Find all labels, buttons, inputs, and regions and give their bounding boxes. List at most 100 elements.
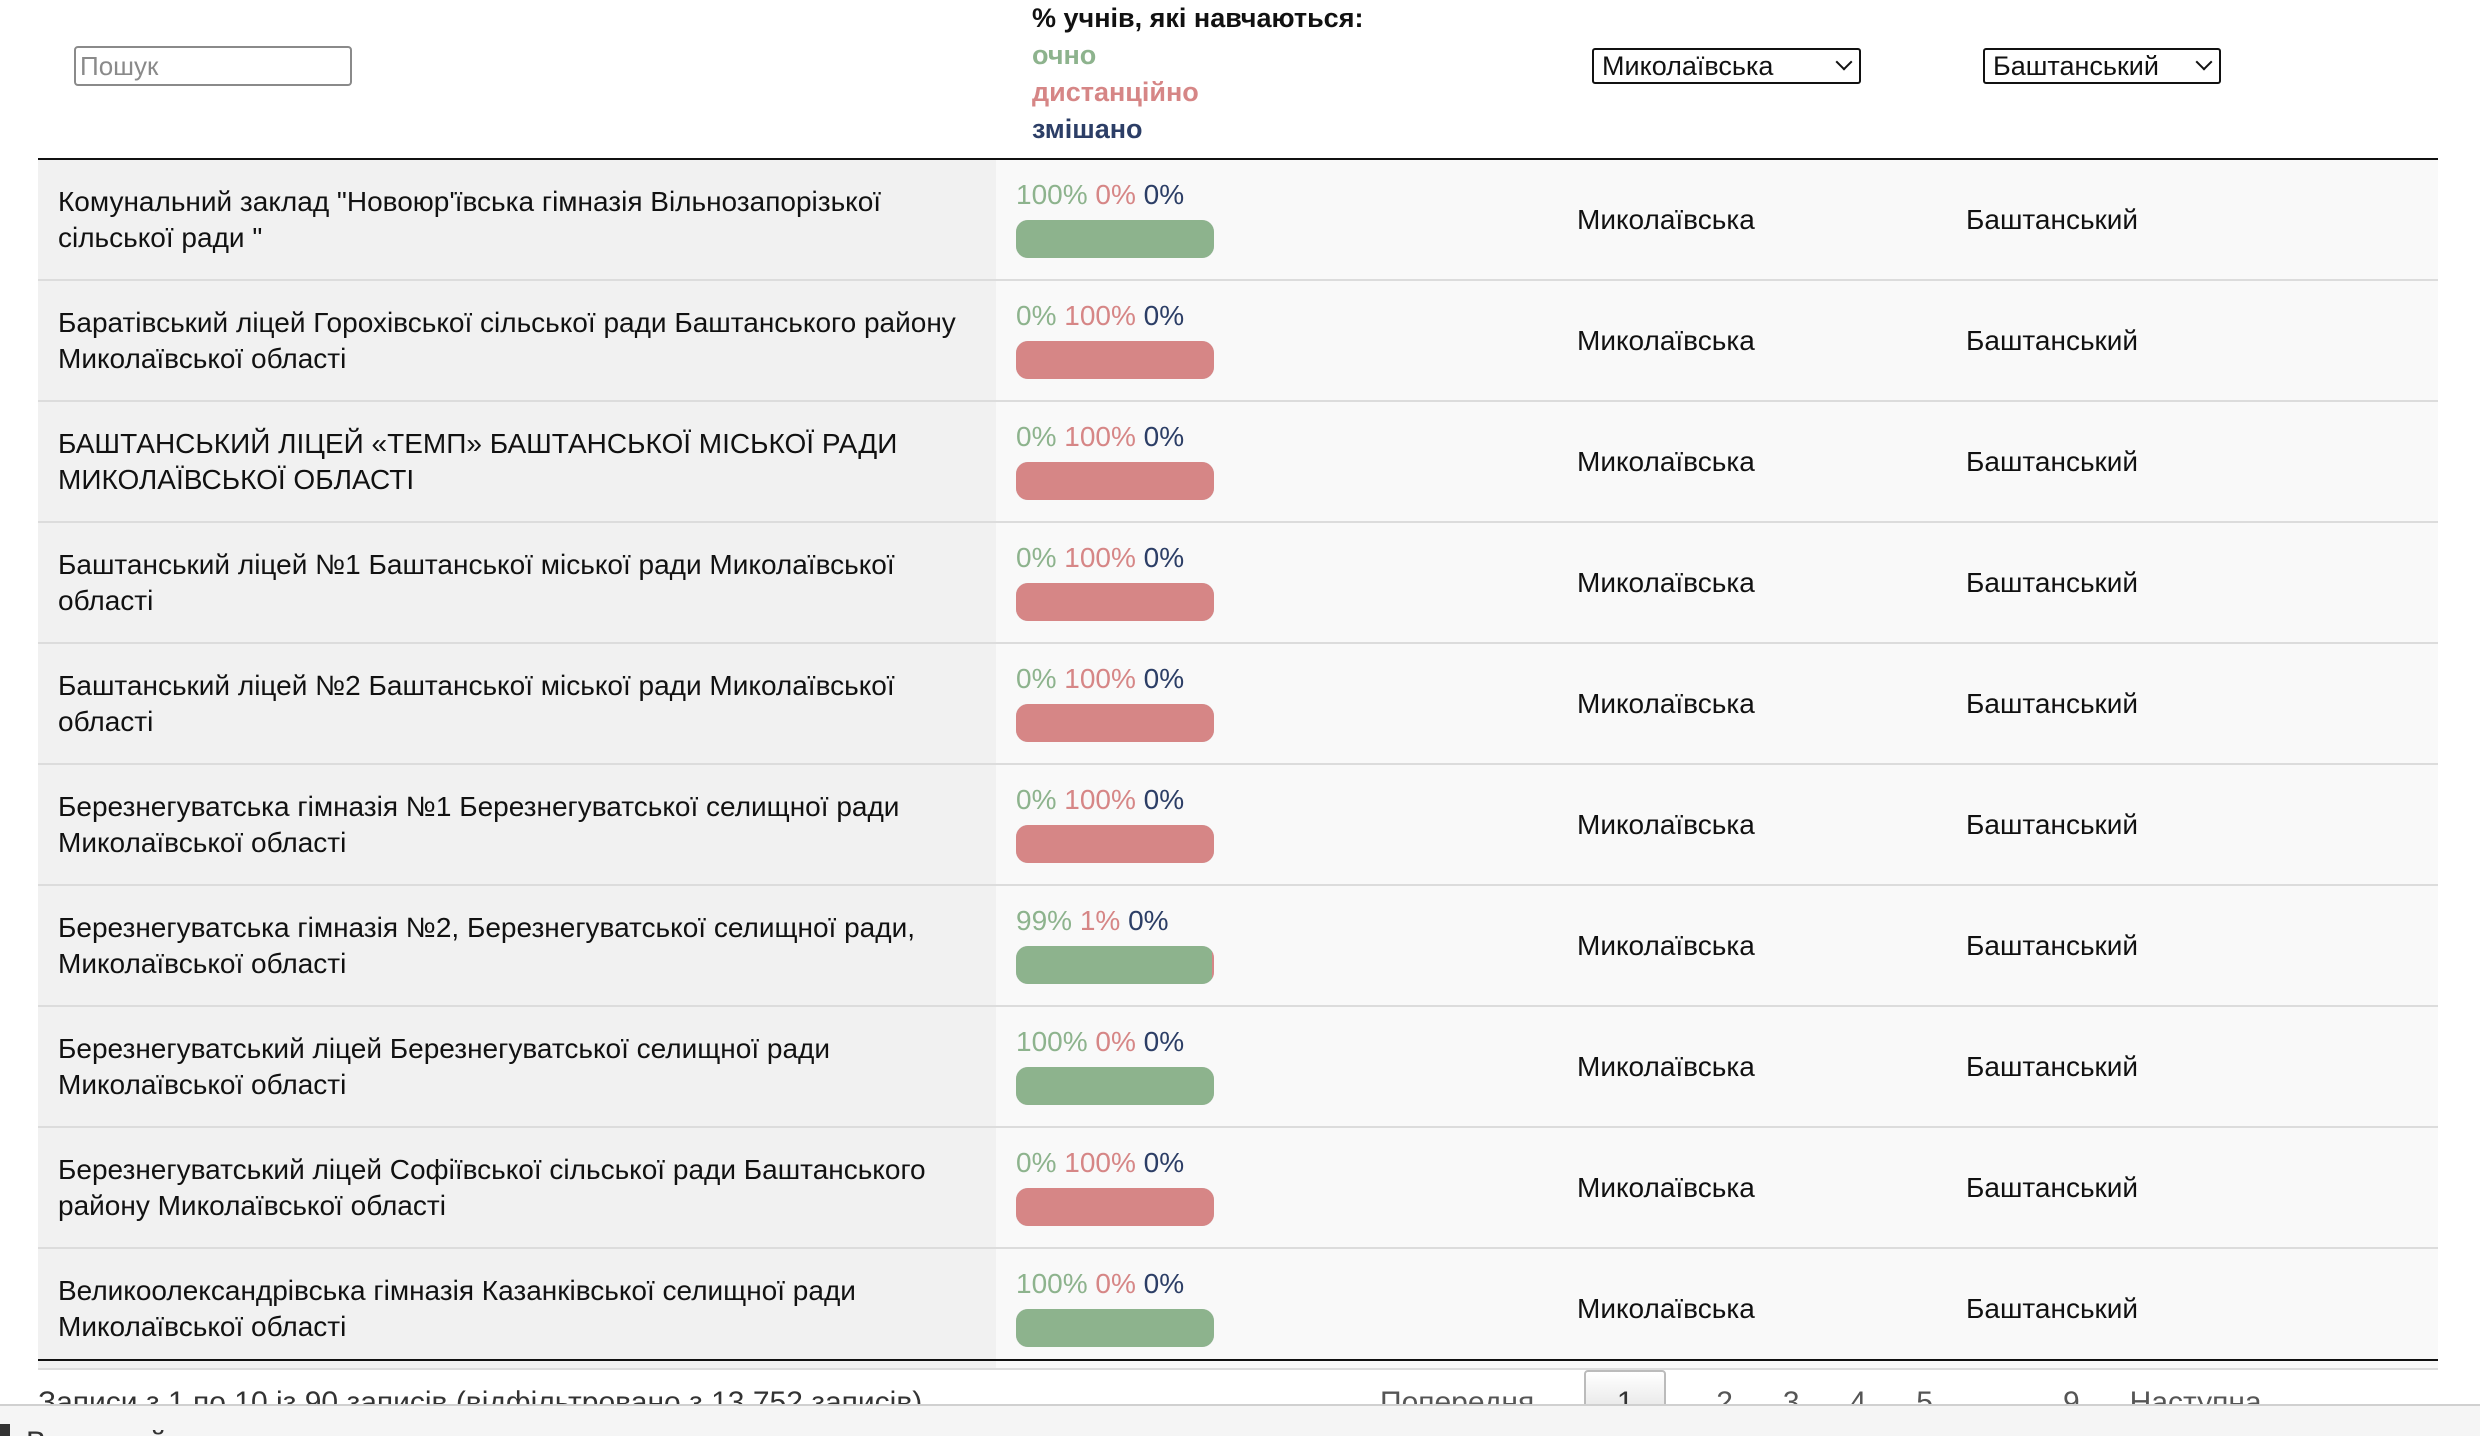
in-person-percent: 0% <box>1016 300 1057 331</box>
attendance-bar <box>1016 1067 1214 1105</box>
oblast-cell: Миколаївська <box>1577 1172 1755 1203</box>
attendance-bar <box>1016 704 1214 742</box>
remote-percent: 0% <box>1095 1268 1136 1299</box>
school-name: БАШТАНСЬКИЙ ЛІЦЕЙ «ТЕМП» БАШТАНСЬКОЇ МІС… <box>58 428 898 495</box>
table-row: Баштанський ліцей №2 Баштанської міської… <box>38 644 2438 765</box>
legend-remote: дистанційно <box>1032 77 1199 107</box>
attendance-percentages: 100% 0% 0% <box>1016 1025 1184 1059</box>
in-person-percent: 0% <box>1016 1147 1057 1178</box>
in-person-percent: 0% <box>1016 784 1057 815</box>
school-name-cell: Комунальний заклад "Новоюр'ївська гімназ… <box>38 160 996 279</box>
bar-remote <box>1016 825 1214 863</box>
rayon-cell: Баштанський <box>1966 325 2139 356</box>
rayon-cell: Баштанський <box>1966 688 2139 719</box>
school-name: Баштанський ліцей №2 Баштанської міської… <box>58 670 895 737</box>
school-name-cell: Березнегуватський ліцей Софіївської сіль… <box>38 1128 996 1247</box>
bottom-bar: Важливий <box>0 1404 2480 1436</box>
attendance-percentages: 99% 1% 0% <box>1016 904 1169 938</box>
bar-remote <box>1016 1188 1214 1226</box>
schools-table: Комунальний заклад "Новоюр'ївська гімназ… <box>38 160 2438 1370</box>
table-row: Березнегуватська гімназія №1 Березнегува… <box>38 765 2438 886</box>
school-name-cell: Березнегуватський ліцей Березнегуватсько… <box>38 1007 996 1126</box>
remote-percent: 0% <box>1095 1026 1136 1057</box>
in-person-percent: 100% <box>1016 1268 1088 1299</box>
table-row: Баратівський ліцей Горохівської сільсько… <box>38 281 2438 402</box>
corner-marker <box>0 1424 10 1436</box>
rayon-cell: Баштанський <box>1966 809 2139 840</box>
remote-percent: 100% <box>1064 542 1136 573</box>
bar-remote <box>1016 704 1214 742</box>
mixed-percent: 0% <box>1143 300 1185 331</box>
bar-in-person <box>1016 946 1213 984</box>
mixed-percent: 0% <box>1128 905 1169 936</box>
mixed-percent: 0% <box>1143 1268 1185 1299</box>
mixed-percent: 0% <box>1143 421 1185 452</box>
mixed-percent: 0% <box>1143 1026 1185 1057</box>
oblast-cell: Миколаївська <box>1577 809 1755 840</box>
table-row: Великоолександрівська гімназія Казанківс… <box>38 1249 2438 1370</box>
bar-remote <box>1016 462 1214 500</box>
legend-mixed: змішано <box>1032 114 1143 144</box>
mixed-percent: 0% <box>1143 663 1185 694</box>
remote-percent: 100% <box>1064 784 1136 815</box>
mixed-percent: 0% <box>1143 1147 1185 1178</box>
remote-percent: 100% <box>1064 421 1136 452</box>
in-person-percent: 0% <box>1016 542 1057 573</box>
attendance-legend: % учнів, які навчаються: очно дистанційн… <box>1032 0 1363 148</box>
school-name-cell: Великоолександрівська гімназія Казанківс… <box>38 1249 996 1368</box>
remote-percent: 100% <box>1064 1147 1136 1178</box>
oblast-cell: Миколаївська <box>1577 1051 1755 1082</box>
bottom-bar-text: Важливий <box>26 1426 166 1436</box>
rayon-cell: Баштанський <box>1966 1172 2139 1203</box>
attendance-percentages: 0% 100% 0% <box>1016 1146 1184 1180</box>
school-name: Березнегуватська гімназія №2, Березнегув… <box>58 912 915 979</box>
attendance-bar <box>1016 220 1214 258</box>
school-name-cell: Баратівський ліцей Горохівської сільсько… <box>38 281 996 400</box>
table-row: Баштанський ліцей №1 Баштанської міської… <box>38 523 2438 644</box>
attendance-bar <box>1016 583 1214 621</box>
legend-in-person: очно <box>1032 40 1097 70</box>
school-name-cell: Баштанський ліцей №2 Баштанської міської… <box>38 644 996 763</box>
oblast-select[interactable]: Миколаївська <box>1592 48 1861 84</box>
oblast-cell: Миколаївська <box>1577 1293 1755 1324</box>
rayon-cell: Баштанський <box>1966 1051 2139 1082</box>
table-row: Березнегуватський ліцей Софіївської сіль… <box>38 1128 2438 1249</box>
school-name: Баштанський ліцей №1 Баштанської міської… <box>58 549 895 616</box>
table-row: Комунальний заклад "Новоюр'ївська гімназ… <box>38 160 2438 281</box>
rayon-cell: Баштанський <box>1966 567 2139 598</box>
school-name-cell: Березнегуватська гімназія №2, Березнегув… <box>38 886 996 1005</box>
remote-percent: 100% <box>1064 663 1136 694</box>
bar-remote <box>1016 341 1214 379</box>
table-row: Березнегуватський ліцей Березнегуватсько… <box>38 1007 2438 1128</box>
attendance-bar <box>1016 341 1214 379</box>
remote-percent: 1% <box>1079 905 1121 936</box>
school-name: Комунальний заклад "Новоюр'ївська гімназ… <box>58 186 882 253</box>
oblast-cell: Миколаївська <box>1577 930 1755 961</box>
school-name: Березнегуватська гімназія №1 Березнегува… <box>58 791 900 858</box>
mixed-percent: 0% <box>1143 784 1185 815</box>
attendance-percentages: 100% 0% 0% <box>1016 178 1184 212</box>
bar-in-person <box>1016 220 1214 258</box>
school-name: Березнегуватський ліцей Софіївської сіль… <box>58 1154 926 1221</box>
bar-in-person <box>1016 1309 1214 1347</box>
school-name: Великоолександрівська гімназія Казанківс… <box>58 1275 856 1342</box>
search-input[interactable] <box>74 46 352 86</box>
attendance-bar <box>1016 946 1214 984</box>
attendance-percentages: 0% 100% 0% <box>1016 662 1184 696</box>
in-person-percent: 99% <box>1016 905 1073 936</box>
bar-in-person <box>1016 1067 1214 1105</box>
bar-remote <box>1212 946 1214 984</box>
school-name: Баратівський ліцей Горохівської сільсько… <box>58 307 956 374</box>
rayon-cell: Баштанський <box>1966 1293 2139 1324</box>
oblast-select-value: Миколаївська <box>1602 51 1774 81</box>
rayon-cell: Баштанський <box>1966 446 2139 477</box>
attendance-percentages: 0% 100% 0% <box>1016 541 1184 575</box>
bar-remote <box>1016 583 1214 621</box>
in-person-percent: 0% <box>1016 421 1057 452</box>
rayon-select[interactable]: Баштанський <box>1983 48 2221 84</box>
attendance-bar <box>1016 462 1214 500</box>
oblast-cell: Миколаївська <box>1577 688 1755 719</box>
oblast-cell: Миколаївська <box>1577 325 1755 356</box>
attendance-percentages: 100% 0% 0% <box>1016 1267 1184 1301</box>
attendance-bar <box>1016 1188 1214 1226</box>
